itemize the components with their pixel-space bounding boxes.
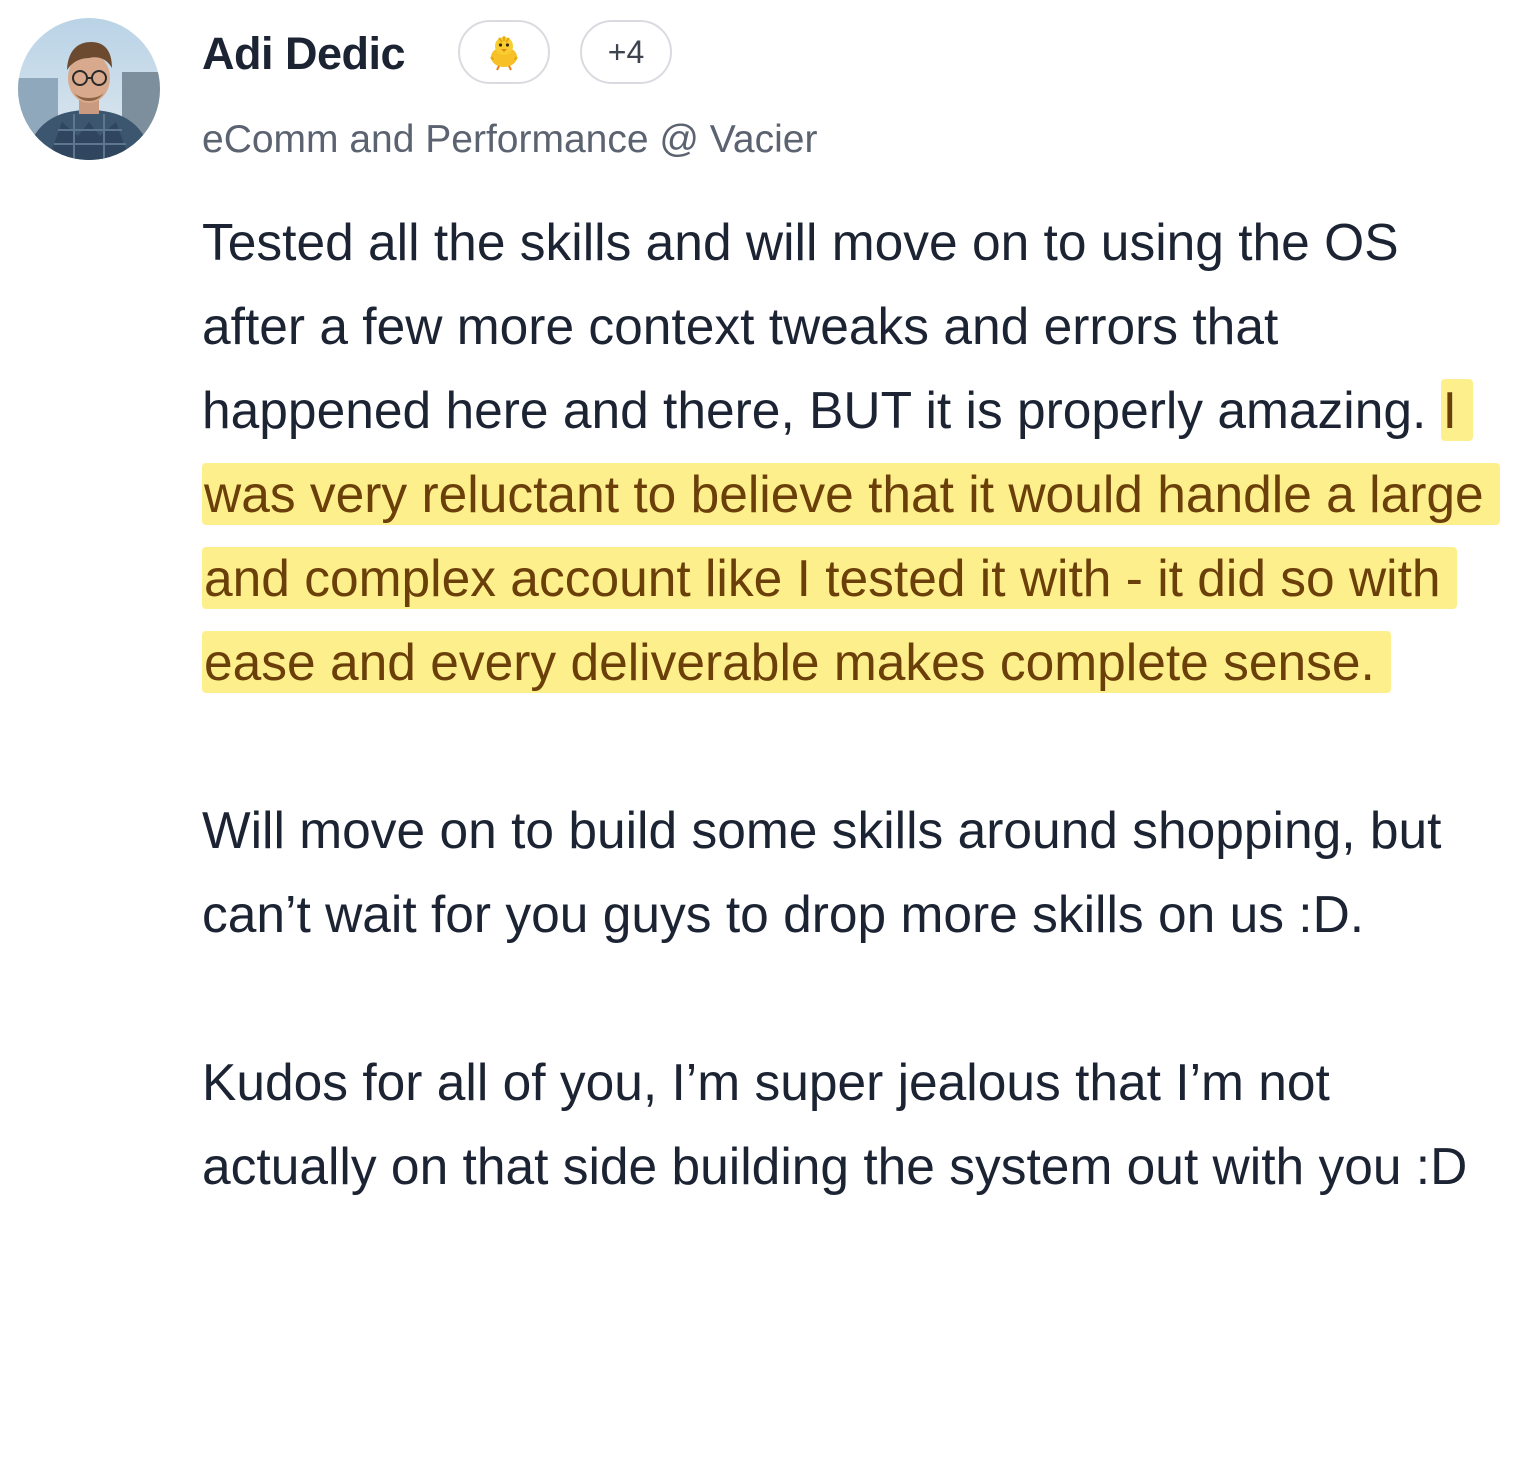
post-body: Tested all the skills and will move on t… xyxy=(202,200,1502,1208)
post-paragraph-2: Will move on to build some skills around… xyxy=(202,801,1442,943)
more-reactions-badge[interactable]: +4 xyxy=(580,20,672,84)
post-paragraph-1: Tested all the skills and will move on t… xyxy=(202,200,1502,704)
reaction-badge[interactable] xyxy=(458,20,550,84)
chick-icon xyxy=(490,36,518,71)
avatar[interactable] xyxy=(18,18,160,160)
paragraph-text: Tested all the skills and will move on t… xyxy=(202,213,1441,439)
post-paragraph-3: Kudos for all of you, I’m super jealous … xyxy=(202,1053,1468,1195)
author-name[interactable]: Adi Dedic xyxy=(202,26,406,82)
author-title: eComm and Performance @ Vacier xyxy=(202,118,818,161)
avatar-photo xyxy=(18,18,160,160)
